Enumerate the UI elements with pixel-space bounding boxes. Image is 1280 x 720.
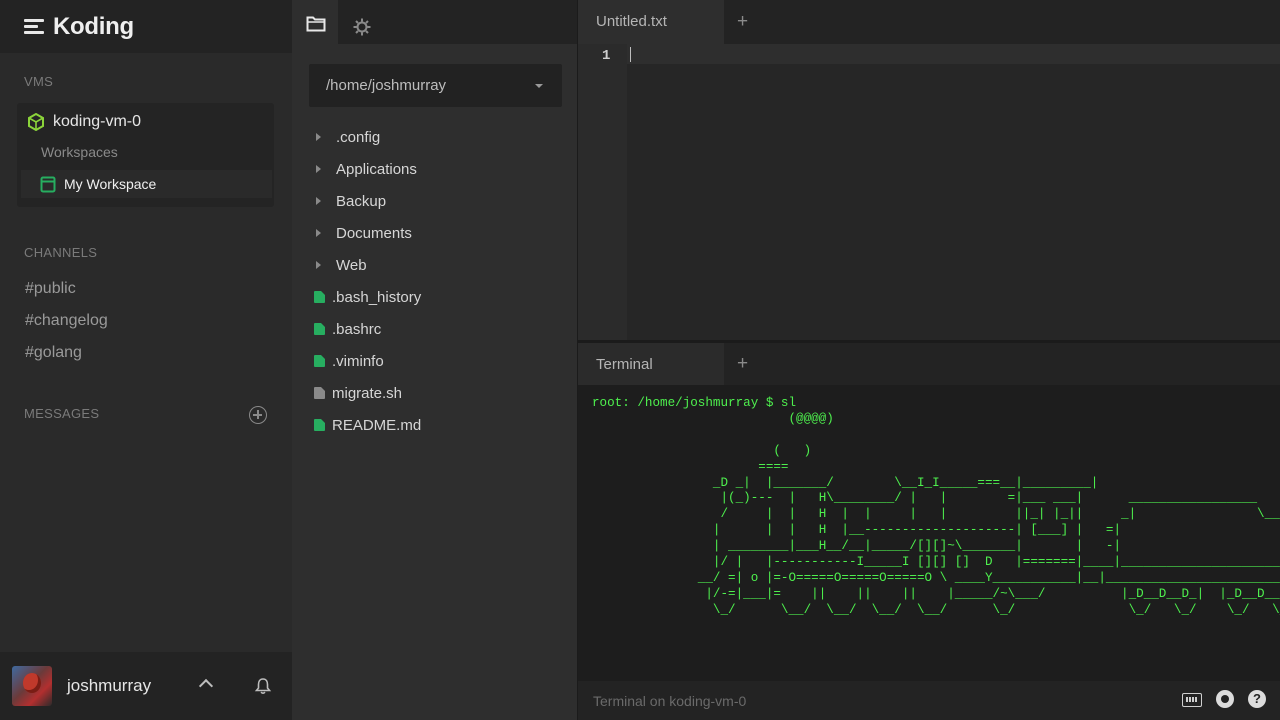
menu-icon[interactable] (24, 18, 44, 35)
editor-pane: Untitled.txt + 1 (578, 0, 1280, 340)
add-message-icon[interactable] (249, 406, 267, 424)
vm-name: koding-vm-0 (53, 113, 142, 130)
add-terminal-tab-button[interactable]: + (737, 353, 748, 375)
workspaces-label: Workspaces (41, 144, 118, 160)
chevron-right-icon (316, 229, 321, 237)
chevron-right-icon (316, 165, 321, 173)
folder-icon (306, 16, 326, 32)
folder-item[interactable]: Documents (314, 221, 412, 245)
add-editor-tab-button[interactable]: + (737, 11, 748, 33)
bell-icon[interactable] (254, 677, 272, 695)
vms-section-label: VMS (24, 74, 54, 89)
workspace-icon (40, 176, 56, 192)
workspace-name: My Workspace (64, 176, 157, 192)
file-item[interactable]: migrate.sh (314, 381, 402, 405)
chevron-right-icon (316, 133, 321, 141)
line-gutter: 1 (578, 44, 627, 340)
file-name: .viminfo (332, 352, 384, 370)
user-bar: joshmurray (0, 652, 292, 720)
tab-settings[interactable] (342, 6, 380, 44)
folder-item[interactable]: Applications (314, 157, 417, 181)
file-icon (314, 323, 325, 335)
terminal-status-text: Terminal on koding-vm-0 (593, 693, 747, 709)
folder-name: Backup (336, 192, 387, 210)
tab-files[interactable] (292, 0, 338, 44)
vm-cube-icon (28, 113, 44, 131)
chevron-right-icon (316, 261, 321, 269)
github-icon[interactable] (1216, 690, 1234, 708)
file-name: migrate.sh (332, 384, 403, 402)
terminal-pane: Terminal + root: /home/joshmurray $ sl (… (578, 343, 1280, 720)
channel-golang[interactable]: #golang (25, 344, 82, 362)
brand-header: Koding (0, 0, 292, 53)
file-icon (314, 355, 325, 367)
file-name: .bashrc (332, 320, 382, 338)
file-icon (314, 387, 325, 399)
file-icon (314, 291, 325, 303)
folder-name: Applications (336, 160, 417, 178)
help-icon[interactable]: ? (1248, 690, 1266, 708)
tab-untitled-txt[interactable]: Untitled.txt (578, 0, 724, 44)
file-icon (314, 419, 325, 431)
terminal-output[interactable]: root: /home/joshmurray $ sl (@@@@) ( ) =… (592, 396, 1280, 619)
dropdown-caret-icon (535, 84, 543, 88)
terminal-ascii-train: (@@@@) ( ) ==== _D _| |_______/ \__I_I__… (697, 411, 1280, 617)
folder-item[interactable]: .config (314, 125, 380, 149)
line-number: 1 (602, 48, 611, 64)
gear-icon (353, 18, 371, 36)
tab-terminal[interactable]: Terminal (578, 343, 724, 385)
username[interactable]: joshmurray (67, 676, 151, 696)
sidebar: Koding VMS koding-vm-0 Workspaces My Wor… (0, 0, 292, 720)
folder-item[interactable]: Web (314, 253, 367, 277)
file-tree-panel: /home/joshmurray .config Applications Ba… (292, 0, 577, 720)
messages-section-label: MESSAGES (24, 406, 100, 421)
folder-name: Documents (336, 224, 412, 242)
folder-name: Web (336, 256, 367, 274)
workspace-item-my-workspace[interactable]: My Workspace (21, 170, 272, 198)
channel-changelog[interactable]: #changelog (25, 312, 108, 330)
text-caret (630, 47, 631, 62)
path-value: /home/joshmurray (326, 77, 447, 94)
file-panel-tabs (292, 0, 577, 44)
terminal-tabs: Terminal + (578, 343, 1280, 385)
channels-section-label: CHANNELS (24, 245, 98, 260)
file-name: .bash_history (332, 288, 422, 306)
editor-tabs: Untitled.txt + (578, 0, 1280, 44)
terminal-status-bar: Terminal on koding-vm-0 ? (578, 681, 1280, 720)
path-dropdown[interactable]: /home/joshmurray (309, 64, 562, 107)
vm-panel: koding-vm-0 Workspaces My Workspace (17, 103, 274, 207)
folder-name: .config (336, 128, 381, 146)
file-item[interactable]: .bashrc (314, 317, 381, 341)
keyboard-icon[interactable] (1182, 693, 1202, 707)
terminal-prompt: root: /home/joshmurray $ sl (592, 396, 797, 410)
app-title[interactable]: Koding (53, 13, 134, 41)
file-item[interactable]: README.md (314, 413, 421, 437)
channel-public[interactable]: #public (25, 280, 76, 298)
folder-item[interactable]: Backup (314, 189, 386, 213)
file-item[interactable]: .viminfo (314, 349, 384, 373)
file-item[interactable]: .bash_history (314, 285, 421, 309)
file-name: README.md (332, 416, 422, 434)
editor-text-area[interactable] (627, 44, 1280, 64)
avatar[interactable] (12, 666, 52, 706)
chevron-right-icon (316, 197, 321, 205)
vm-item[interactable]: koding-vm-0 (27, 109, 141, 135)
